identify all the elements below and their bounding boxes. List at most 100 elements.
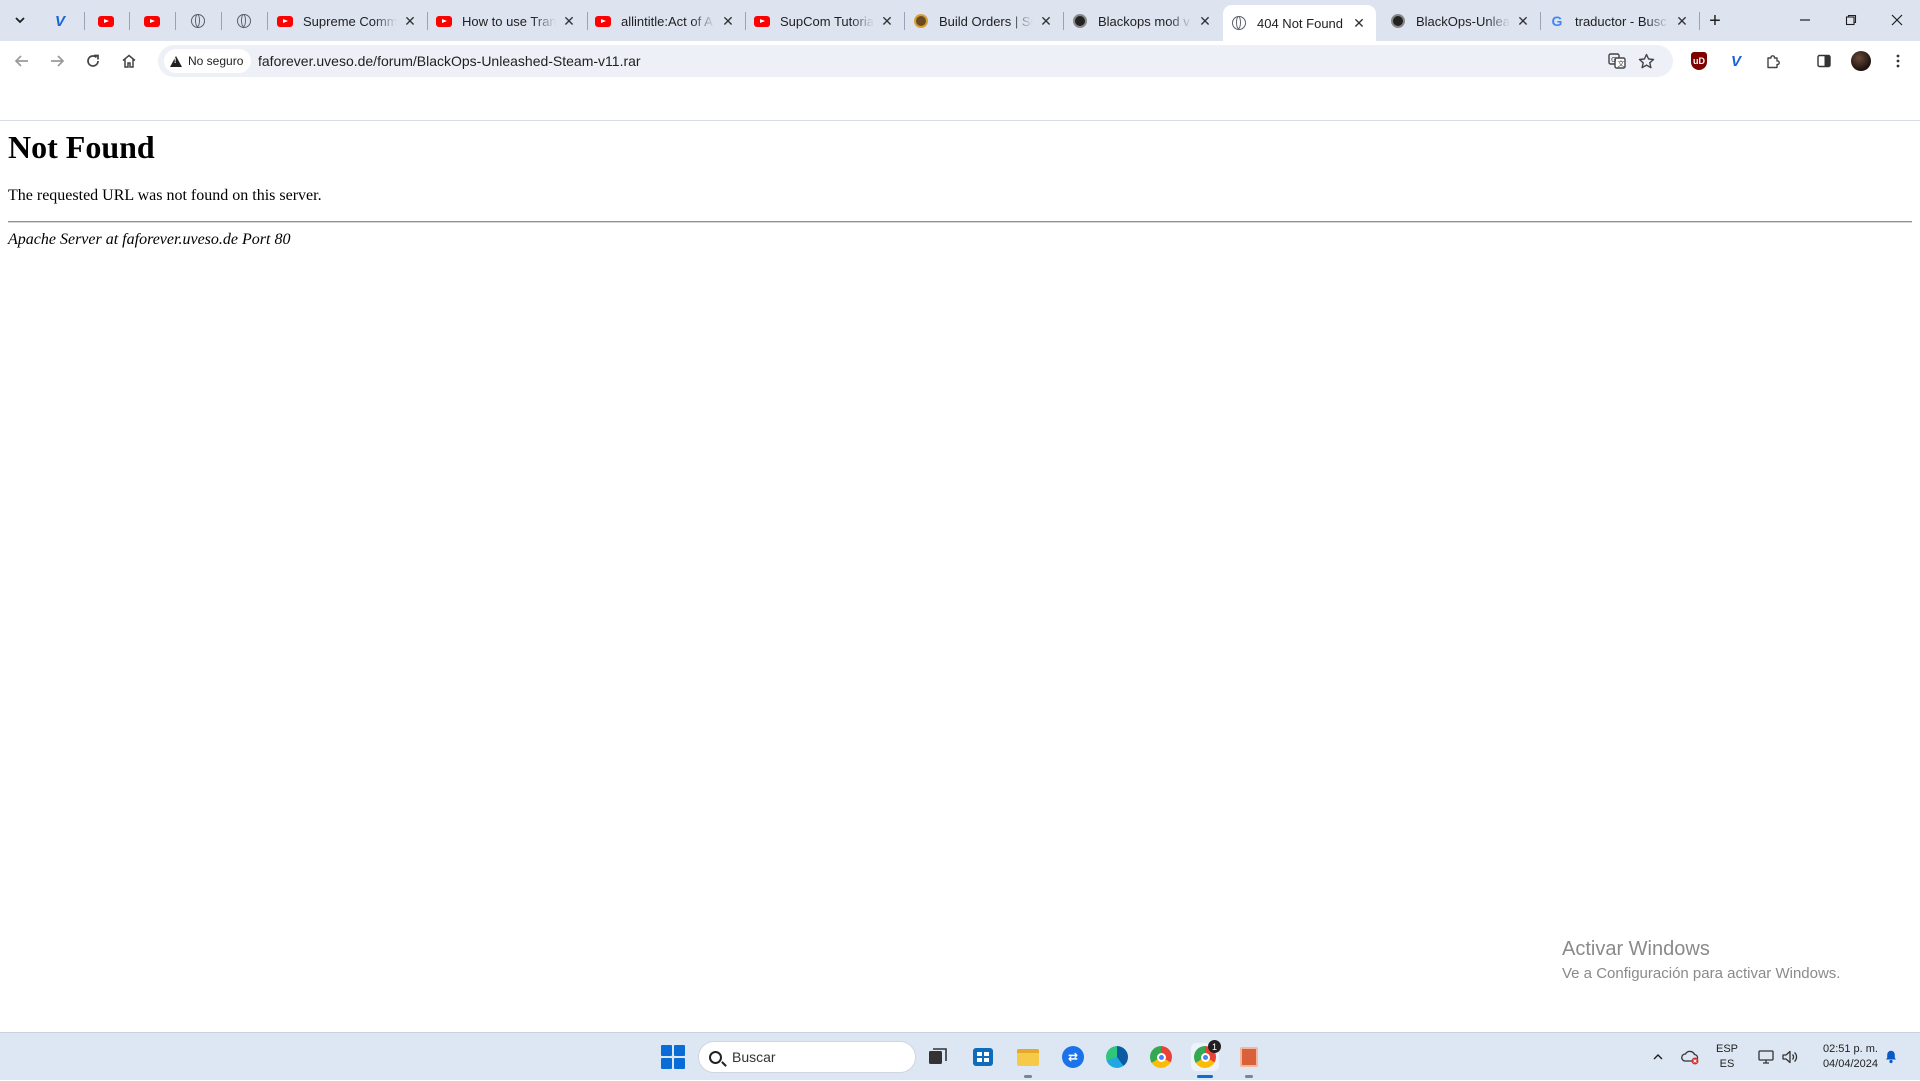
notifications-button[interactable] [1884,1048,1898,1064]
microsoft-store-button[interactable] [969,1043,997,1071]
close-icon[interactable]: ✕ [1514,12,1532,30]
close-icon[interactable]: ✕ [719,12,737,30]
volume-button[interactable] [1778,1033,1802,1081]
extensions-button[interactable] [1762,50,1784,72]
search-placeholder: Buscar [732,1049,776,1065]
reload-button[interactable] [80,48,106,74]
tab-blackops-unleashed[interactable]: BlackOps-Unleas ✕ [1382,5,1540,37]
build-orders-icon [913,13,929,29]
v-logo-icon: V [1730,52,1741,70]
quick-assist-button[interactable]: ⇄ [1059,1043,1087,1071]
keyboard-layout: ES [1719,1058,1735,1070]
divider [8,221,1912,223]
tab-supreme-comm[interactable]: Supreme Comm ✕ [269,5,427,37]
tab-404-not-found[interactable]: 404 Not Found ✕ [1223,5,1376,41]
translate-button[interactable]: G文 [1606,50,1628,72]
tab-traductor[interactable]: G traductor - Busc ✕ [1541,5,1699,37]
speaker-icon [1782,1050,1798,1064]
arrow-left-icon [14,55,28,67]
reload-icon [87,54,99,67]
edge-icon [1106,1046,1128,1068]
tab-label: How to use Tran [462,13,556,29]
tab-search-button[interactable] [6,8,34,32]
plus-icon: + [1709,9,1721,32]
forward-button[interactable] [44,48,70,74]
task-view-button[interactable] [924,1043,952,1071]
close-icon[interactable]: ✕ [1037,12,1055,30]
side-panel-button[interactable] [1813,50,1835,72]
tab-label: 404 Not Found [1257,15,1344,31]
minimize-icon [1800,19,1810,21]
chrome-icon [1150,1046,1172,1068]
url-text[interactable]: faforever.uveso.de/forum/BlackOps-Unleas… [258,53,641,69]
tab-how-to-use[interactable]: How to use Tran ✕ [428,5,586,37]
arrow-right-icon [51,55,65,67]
close-icon[interactable]: ✕ [878,12,896,30]
youtube-icon [277,13,293,29]
chrome-button-2[interactable]: 1 [1191,1040,1221,1078]
chevron-up-icon [1653,1054,1663,1060]
close-icon[interactable]: ✕ [1196,12,1214,30]
tab-label: Supreme Comm [303,13,397,29]
tab-label: Blackops mod v [1098,13,1190,29]
home-button[interactable] [116,48,142,74]
clock[interactable]: 02:51 p. m. 04/04/2024 [1808,1042,1878,1072]
tab-pinned-2[interactable] [84,5,128,37]
restore-button[interactable] [1828,0,1874,40]
tab-pinned-1[interactable]: V [38,5,82,37]
start-button[interactable] [661,1045,685,1069]
star-icon [1638,53,1654,68]
security-chip[interactable]: No seguro [164,49,252,73]
close-icon[interactable]: ✕ [1673,12,1691,30]
close-icon [1891,14,1903,26]
chrome-button-1[interactable] [1147,1043,1175,1071]
file-explorer-button[interactable] [1014,1043,1042,1078]
v-extension-button[interactable]: V [1725,50,1747,72]
onedrive-button[interactable] [1678,1033,1702,1081]
taskbar-search[interactable]: Buscar [698,1041,916,1073]
tray-overflow-button[interactable] [1648,1033,1668,1081]
bookmark-star-button[interactable] [1635,50,1657,72]
minimize-button[interactable] [1782,0,1828,40]
running-indicator [1024,1075,1032,1078]
document-icon [1240,1047,1258,1067]
close-window-button[interactable] [1874,0,1920,40]
folder-icon [1017,1048,1039,1066]
watermark-subtitle: Ve a Configuración para activar Windows. [1562,965,1841,982]
globe-icon [190,13,206,29]
network-icon [1758,1050,1774,1064]
edge-button[interactable] [1103,1043,1131,1071]
tab-pinned-5[interactable] [222,5,266,37]
youtube-icon [595,13,611,29]
ublock-extension-button[interactable]: uD [1688,50,1710,72]
tab-build-orders[interactable]: Build Orders | Su ✕ [905,5,1063,37]
tab-blackops-mod[interactable]: Blackops mod v ✕ [1064,5,1222,37]
running-indicator [1245,1075,1253,1078]
new-tab-button[interactable]: + [1703,9,1727,33]
google-icon: G [1551,13,1563,29]
tab-allintitle[interactable]: allintitle:Act of A ✕ [587,5,745,37]
profile-button[interactable] [1850,50,1872,72]
tab-strip: V Supreme Comm ✕ How to use Tran ✕ allin… [0,0,1920,41]
files-app-button[interactable] [1235,1043,1263,1078]
clock-date: 04/04/2024 [1822,1058,1878,1070]
side-panel-icon [1817,54,1831,68]
youtube-icon [436,13,452,29]
address-bar[interactable]: No seguro faforever.uveso.de/forum/Black… [158,45,1673,77]
chrome-menu-button[interactable] [1887,50,1909,72]
home-icon [122,54,136,68]
close-icon[interactable]: ✕ [1350,14,1368,32]
network-button[interactable] [1754,1033,1778,1081]
input-language-button[interactable]: ESP ES [1716,1042,1738,1072]
tab-pinned-4[interactable] [176,5,220,37]
close-icon[interactable]: ✕ [401,12,419,30]
tab-pinned-3[interactable] [130,5,174,37]
tab-supcom-tutorial[interactable]: SupCom Tutorial ✕ [746,5,904,37]
tab-label: BlackOps-Unleas [1416,13,1510,29]
assist-icon: ⇄ [1062,1046,1084,1068]
globe-icon [236,13,252,29]
tab-label: Build Orders | Su [939,13,1033,29]
back-button[interactable] [9,48,35,74]
close-icon[interactable]: ✕ [560,12,578,30]
page-content: Not Found The requested URL was not foun… [0,121,1920,1032]
